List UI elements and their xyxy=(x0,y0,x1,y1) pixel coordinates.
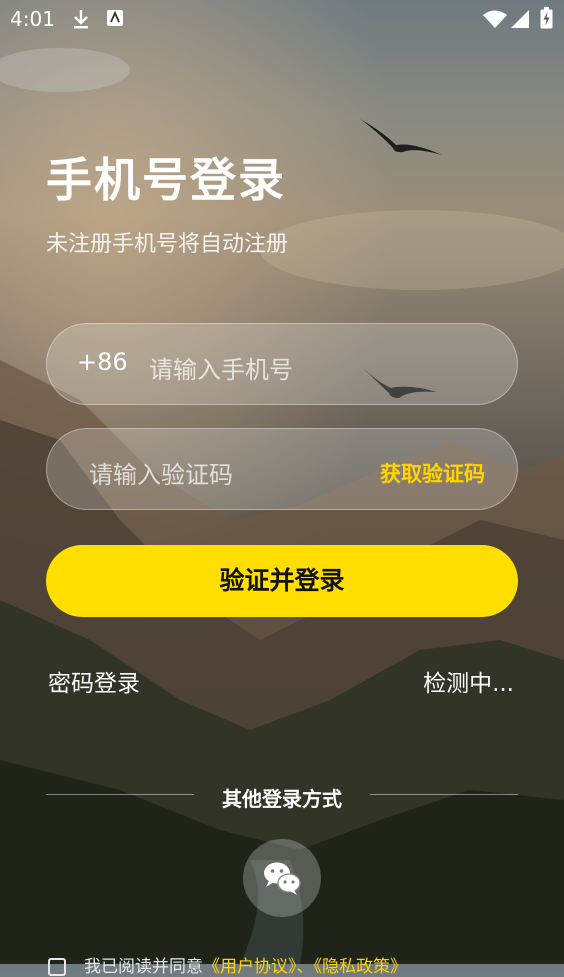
wechat-icon xyxy=(264,862,301,895)
code-input-placeholder[interactable]: 请输入验证码 xyxy=(89,455,233,490)
cellular-signal-icon xyxy=(511,10,529,28)
agreement-row: 我已阅读并同意《用户协议》、《隐私政策》 xyxy=(48,952,407,977)
agreement-separator: 、 xyxy=(296,957,314,977)
other-login-methods-label: 其他登录方式 xyxy=(222,787,342,811)
divider-right xyxy=(370,794,518,795)
battery-charging-icon xyxy=(540,7,553,29)
status-bar: 4:01 xyxy=(0,0,564,40)
privacy-policy-link[interactable]: 《隐私政策》 xyxy=(314,957,408,977)
download-icon xyxy=(74,10,88,29)
phone-input-field[interactable]: +86 请输入手机号 xyxy=(46,323,518,405)
verify-login-button[interactable]: 验证并登录 xyxy=(46,545,518,617)
wechat-login-button[interactable] xyxy=(243,839,321,917)
detecting-status: 检测中... xyxy=(423,671,514,697)
bird-graphic xyxy=(359,364,437,398)
get-code-button[interactable]: 获取验证码 xyxy=(380,458,485,488)
agreement-checkbox[interactable] xyxy=(48,958,66,976)
user-agreement-link[interactable]: 《用户协议》 xyxy=(203,957,297,977)
country-code-selector[interactable]: +86 xyxy=(77,348,128,376)
password-login-link[interactable]: 密码登录 xyxy=(48,664,140,698)
page-title: 手机号登录 xyxy=(46,153,286,207)
phone-input-placeholder[interactable]: 请输入手机号 xyxy=(149,350,293,385)
page-subtitle: 未注册手机号将自动注册 xyxy=(46,232,289,257)
wifi-icon xyxy=(483,10,507,28)
status-time: 4:01 xyxy=(10,7,55,31)
keyboard-icon xyxy=(107,10,123,26)
bird-graphic xyxy=(360,119,442,155)
agreement-prefix: 我已阅读并同意 xyxy=(84,957,203,977)
verification-code-field[interactable]: 请输入验证码 获取验证码 xyxy=(46,428,518,510)
